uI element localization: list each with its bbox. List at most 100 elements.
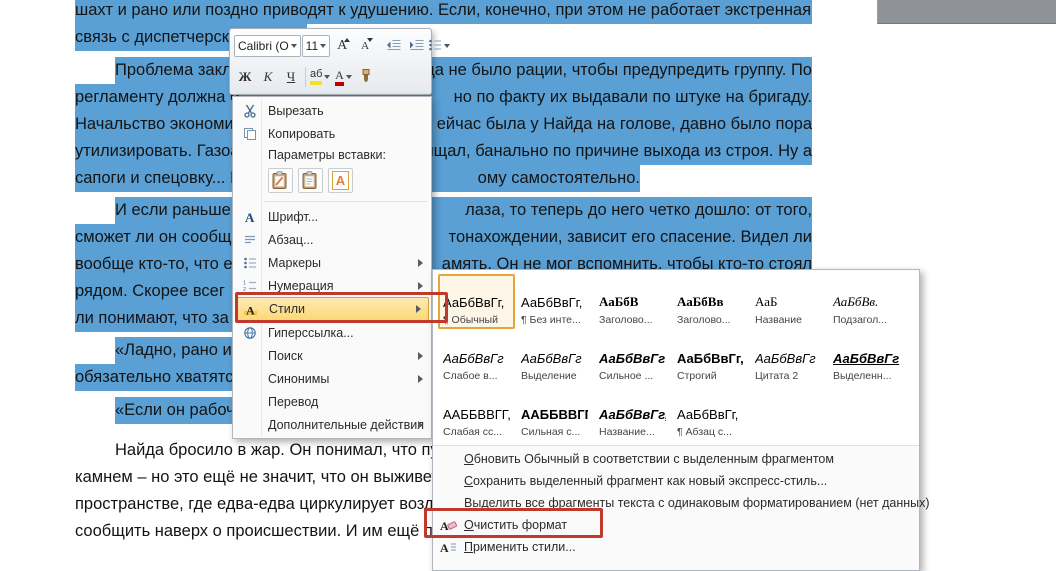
document-line-text: камнем – но это ещё не значит, что он вы…	[75, 468, 439, 486]
menu-item-styles[interactable]: А Стили	[235, 297, 429, 321]
paste-keep-formatting-button[interactable]	[268, 168, 293, 193]
toolbar-separator	[305, 67, 306, 87]
apply-styles-icon: А	[439, 538, 458, 556]
document-line-text: пространстве, где едва-едва циркулирует …	[75, 495, 442, 513]
action-item-label: Очистить формат	[464, 518, 568, 532]
paste-merge-formatting-button[interactable]	[298, 168, 323, 193]
document-line-text: Найда бросило в жар. Он понимал, что пу	[115, 441, 439, 459]
menu-separator	[264, 201, 427, 202]
action-item-label: Выделить все фрагменты текста с одинаков…	[464, 496, 930, 510]
style-cell-heading1[interactable]: АаБбВ Заголово...	[594, 274, 671, 329]
style-preview: АаБбВвГг	[443, 351, 504, 366]
highlight-color-button[interactable]: аб	[309, 66, 331, 88]
underline-button[interactable]: Ч	[280, 66, 302, 88]
style-cell-intense-reference[interactable]: ААББВВГГ, Сильная с...	[516, 386, 593, 441]
menu-item-label: Копировать	[268, 126, 336, 141]
action-item-label: Обновить Обычный в соответствии с выделе…	[464, 452, 834, 466]
style-preview: АаБ	[755, 294, 778, 309]
font-name-select[interactable]: Calibri (О	[234, 35, 301, 57]
document-line-text: сапоги и спецовку... И	[75, 169, 242, 187]
style-cell-quote2[interactable]: АаБбВвГг Цитата 2	[750, 330, 827, 385]
style-cell-subtle-reference[interactable]: ААББВВГГ, Слабая сс...	[438, 386, 515, 441]
menu-item-cut[interactable]: Вырезать	[234, 99, 430, 122]
action-select-same-formatting[interactable]: Выделить все фрагменты текста с одинаков…	[433, 492, 930, 514]
style-name: Название...	[599, 426, 655, 438]
document-line-text: рядом. Скорее всег	[75, 282, 225, 300]
style-cell-strong[interactable]: АаБбВвГг, Строгий	[672, 330, 749, 385]
style-cell-normal[interactable]: АаБбВвГг, ¶ Обычный	[438, 274, 515, 329]
bullets-button[interactable]	[428, 35, 451, 57]
style-name: Цитата 2	[755, 370, 799, 382]
svg-text:А: А	[440, 541, 449, 554]
menu-item-additional-actions[interactable]: Дополнительные действия	[234, 413, 430, 436]
document-line-text: «Если он рабоч	[115, 401, 235, 419]
svg-text:2: 2	[243, 287, 246, 293]
document-line[interactable]: тонахождении, зависит его спасение. Виде…	[0, 224, 1056, 251]
document-line[interactable]: ому самостоятельно. сапоги и спецовку... …	[0, 165, 1056, 192]
style-name: ¶ Без инте...	[521, 314, 581, 326]
style-cell-heading2[interactable]: АаБбВв Заголово...	[672, 274, 749, 329]
document-line[interactable]: связь с диспетчерской...	[0, 24, 1056, 51]
shrink-font-button[interactable]: А	[354, 35, 376, 57]
chevron-down-icon	[345, 75, 352, 79]
menu-item-copy[interactable]: Копировать	[234, 122, 430, 145]
menu-item-search[interactable]: Поиск	[234, 344, 430, 367]
menu-item-label: Стили	[269, 302, 306, 316]
style-preview: АаБбВвГг	[599, 351, 666, 366]
increase-indent-button[interactable]	[405, 35, 427, 57]
style-preview: АаБбВвГг,	[677, 407, 739, 422]
mini-toolbar: Calibri (О 11 А А Ж К Ч аб А	[229, 28, 451, 95]
menu-item-paragraph[interactable]: Абзац...	[234, 228, 430, 251]
paste-text-only-button[interactable]: А	[328, 168, 353, 193]
triangle-up-icon	[344, 38, 351, 42]
document-line-text: «Ладно, рано и	[115, 341, 232, 359]
font-color-button[interactable]: А	[332, 66, 354, 88]
mini-toolbar-row-2: Ж К Ч аб А	[234, 63, 427, 91]
paragraph-icon	[240, 231, 259, 249]
menu-item-synonyms[interactable]: Синонимы	[234, 367, 430, 390]
chevron-right-icon	[416, 305, 421, 313]
document-line[interactable]: ейчас была у Найда на голове, давно было…	[0, 111, 1056, 138]
grow-font-button[interactable]: А	[331, 35, 353, 57]
style-preview: АаБбВвГг,	[521, 295, 583, 310]
menu-item-label: Перевод	[268, 394, 319, 409]
style-cell-intense-quote[interactable]: АаБбВвГг Выделенн...	[828, 330, 905, 385]
action-apply-styles[interactable]: А Применить стили...	[433, 536, 919, 558]
chevron-down-icon	[324, 75, 331, 79]
italic-button[interactable]: К	[257, 66, 279, 88]
styles-icon: А	[241, 300, 260, 318]
document-line-text: ли понимают, что за	[75, 309, 229, 327]
chevron-right-icon	[418, 374, 423, 383]
style-cell-intense-emphasis[interactable]: АаБбВвГг Сильное ...	[594, 330, 671, 385]
format-painter-button[interactable]	[355, 66, 377, 88]
action-save-quick-style[interactable]: Сохранить выделенный фрагмент как новый …	[433, 470, 919, 492]
menu-item-font[interactable]: А Шрифт...	[234, 205, 430, 228]
style-name: Заголово...	[599, 314, 653, 326]
bold-button[interactable]: Ж	[234, 66, 256, 88]
svg-text:А: А	[245, 210, 255, 224]
chevron-right-icon	[418, 420, 423, 429]
action-update-normal[interactable]: Обновить Обычный в соответствии с выделе…	[433, 448, 919, 470]
document-line[interactable]: лаза, то теперь до него четко дошло: от …	[0, 197, 1056, 224]
menu-item-hyperlink[interactable]: Гиперссылка...	[234, 321, 430, 344]
action-clear-format[interactable]: А Очистить формат	[433, 514, 919, 536]
style-cell-title[interactable]: АаБ Название	[750, 274, 827, 329]
style-cell-subtle-emphasis[interactable]: АаБбВвГг Слабое в...	[438, 330, 515, 385]
menu-item-translate[interactable]: Перевод	[234, 390, 430, 413]
menu-item-numbering[interactable]: 1 2 Нумерация	[234, 274, 430, 297]
menu-item-bullets[interactable]: Маркеры	[234, 251, 430, 274]
document-line-text: Проблема закл	[115, 61, 232, 79]
style-cell-no-spacing[interactable]: АаБбВвГг, ¶ Без инте...	[516, 274, 593, 329]
document-line[interactable]: ищал, банально по причине выхода из стро…	[0, 138, 1056, 165]
style-preview: АаБбВ	[599, 294, 639, 309]
document-line[interactable]: да не было рации, чтобы предупредить гру…	[0, 57, 1056, 84]
document-line-text: сообщить наверх о происшествии. И им ещё…	[75, 522, 460, 540]
document-line[interactable]: но по факту их выдавали по штуке на бриг…	[0, 84, 1056, 111]
style-cell-emphasis[interactable]: АаБбВвГг Выделение	[516, 330, 593, 385]
style-cell-subtitle[interactable]: АаБбВв. Подзагол...	[828, 274, 905, 329]
style-preview: ААББВВГГ,	[521, 407, 588, 422]
font-size-select[interactable]: 11	[301, 35, 331, 57]
decrease-indent-button[interactable]	[382, 35, 404, 57]
style-cell-book-title[interactable]: АаБбВвГг, Название...	[594, 386, 671, 441]
style-cell-list-paragraph[interactable]: АаБбВвГг, ¶ Абзац с...	[672, 386, 749, 441]
